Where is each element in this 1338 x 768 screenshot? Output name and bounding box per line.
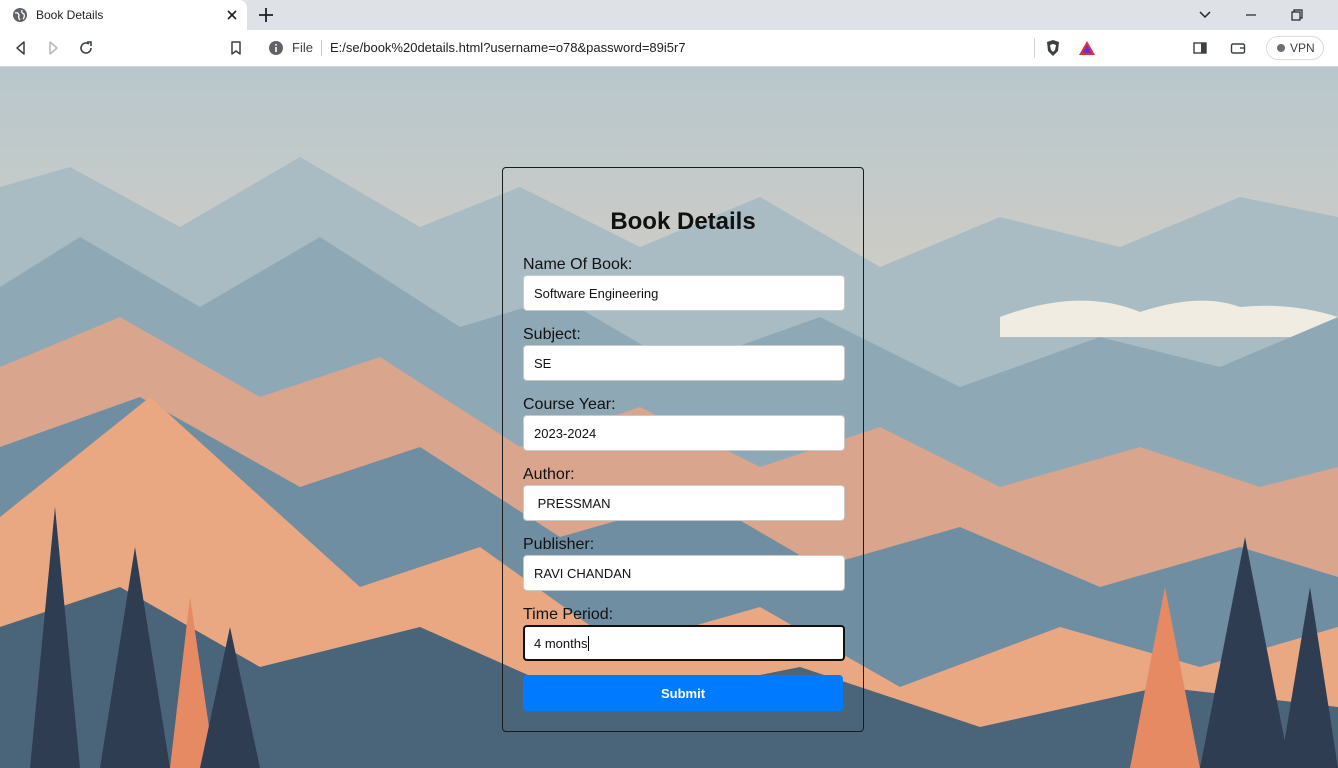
form-title: Book Details [610, 208, 756, 235]
browser-tab[interactable]: Book Details [0, 0, 247, 30]
book-details-form: Book Details Name Of Book: Software Engi… [502, 167, 864, 732]
text-caret [588, 635, 590, 651]
name-of-book-input[interactable]: Software Engineering [523, 275, 845, 311]
reload-icon[interactable] [77, 39, 95, 57]
info-icon[interactable] [268, 40, 284, 56]
publisher-value: RAVI CHANDAN [534, 565, 632, 581]
name-of-book-value: Software Engineering [534, 285, 659, 301]
course-year-value: 2023-2024 [534, 425, 597, 441]
brave-rewards-icon[interactable] [1078, 39, 1096, 57]
omnibox-divider [1034, 38, 1035, 58]
author-value: PRESSMAN [534, 495, 611, 511]
url-text[interactable]: E:/se/book%20details.html?username=o78&p… [330, 40, 686, 55]
brave-shields-icon[interactable] [1044, 39, 1062, 57]
browser-toolbar: File E:/se/book%20details.html?username=… [0, 30, 1338, 67]
scheme-label: File [292, 40, 313, 55]
time-period-input[interactable]: 4 months [523, 625, 845, 661]
forward-icon[interactable] [44, 39, 62, 57]
vpn-label: VPN [1290, 41, 1315, 55]
author-input[interactable]: PRESSMAN [523, 485, 845, 521]
tab-strip: Book Details [0, 0, 1338, 30]
vpn-status-icon [1277, 44, 1285, 52]
close-icon[interactable] [224, 7, 240, 23]
submit-button[interactable]: Submit [523, 675, 843, 711]
tab-search-chevron-icon[interactable] [1196, 6, 1214, 24]
page-viewport: Book Details Name Of Book: Software Engi… [0, 67, 1338, 768]
subject-label: Subject: [523, 326, 581, 343]
time-period-value: 4 months [534, 635, 588, 651]
name-of-book-label: Name Of Book: [523, 256, 633, 273]
publisher-label: Publisher: [523, 536, 595, 553]
publisher-input[interactable]: RAVI CHANDAN [523, 555, 845, 591]
time-period-label: Time Period: [523, 606, 614, 623]
tab-title: Book Details [36, 8, 104, 22]
course-year-label: Course Year: [523, 396, 616, 413]
new-tab-icon[interactable] [256, 5, 276, 25]
course-year-input[interactable]: 2023-2024 [523, 415, 845, 451]
globe-icon [13, 8, 27, 22]
sidebar-icon[interactable] [1191, 39, 1209, 57]
minimize-icon[interactable] [1242, 6, 1260, 24]
address-divider [321, 40, 322, 56]
subject-value: SE [534, 355, 552, 371]
bookmark-icon[interactable] [227, 39, 245, 57]
address-bar[interactable]: File E:/se/book%20details.html?username=… [258, 34, 1106, 62]
vpn-button[interactable]: VPN [1266, 36, 1324, 60]
subject-input[interactable]: SE [523, 345, 845, 381]
wallet-icon[interactable] [1229, 39, 1247, 57]
restore-icon[interactable] [1288, 6, 1306, 24]
back-icon[interactable] [12, 39, 30, 57]
author-label: Author: [523, 466, 575, 483]
